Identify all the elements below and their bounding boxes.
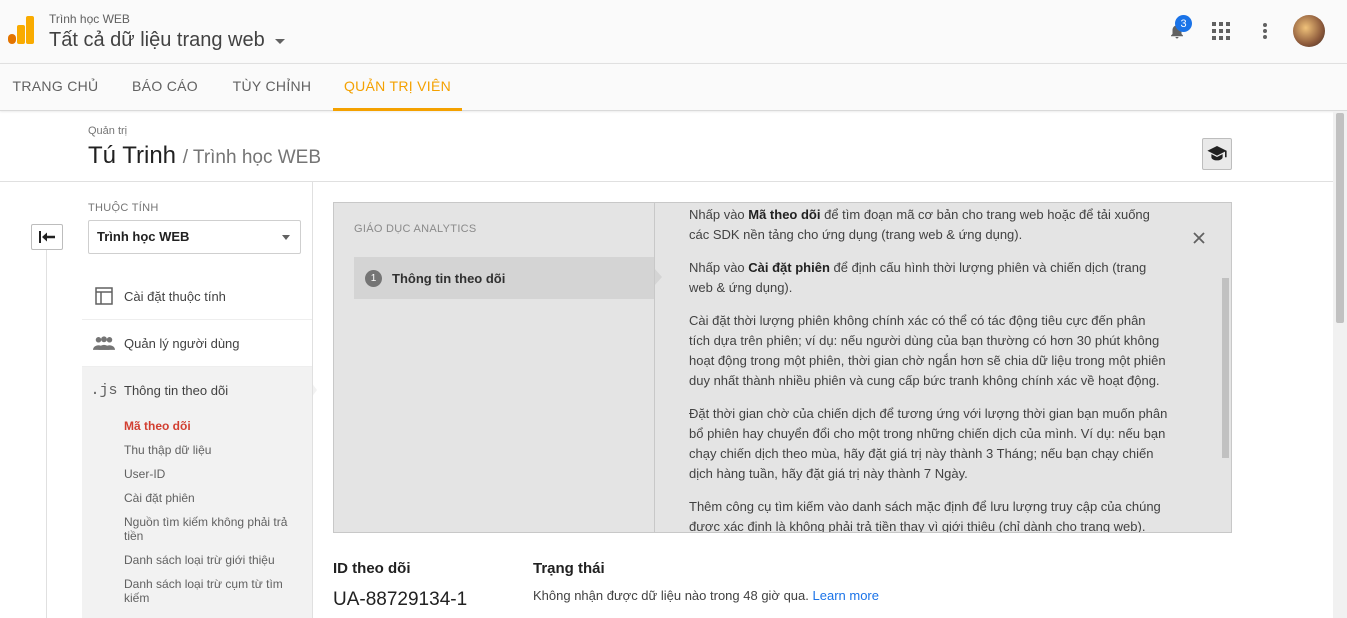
view-selector[interactable]: Tất cả dữ liệu trang web — [49, 29, 285, 52]
menu-item-label: Thông tin theo dõi — [124, 383, 229, 398]
submenu-tracking-code[interactable]: Mã theo dõi — [124, 419, 299, 433]
education-divider — [654, 203, 655, 532]
education-paragraph: Đặt thời gian chờ của chiến dịch để tươn… — [689, 404, 1169, 484]
step-label: Thông tin theo dõi — [392, 270, 506, 286]
apps-button[interactable] — [1199, 14, 1243, 48]
back-button[interactable] — [31, 224, 63, 250]
apps-grid-icon — [1212, 22, 1230, 40]
menu-user-management[interactable]: Quản lý người dùng — [82, 320, 312, 367]
education-scrollbar[interactable] — [1221, 203, 1231, 532]
paragraph-text: Đặt thời gian chờ của chiến dịch để tươn… — [689, 406, 1168, 481]
education-title: GIÁO DỤC ANALYTICS — [354, 223, 477, 235]
notifications-button[interactable]: 3 — [1155, 14, 1199, 48]
caret-down-icon — [282, 235, 290, 240]
more-options-button[interactable] — [1243, 14, 1287, 48]
education-paragraph: Nhấp vào Cài đặt phiên để định cấu hình … — [689, 258, 1169, 298]
tab-customization[interactable]: TÙY CHỈNH — [221, 64, 323, 111]
top-bar: Trình học WEB Tất cả dữ liệu trang web 3 — [0, 0, 1347, 63]
caret-down-icon — [274, 39, 285, 44]
submenu-referral-exclusion[interactable]: Danh sách loại trừ giới thiệu — [124, 553, 299, 567]
submenu-session-settings[interactable]: Cài đặt phiên — [124, 491, 299, 505]
menu-tracking-info[interactable]: .js Thông tin theo dõi — [82, 367, 312, 414]
tab-reports[interactable]: BÁO CÁO — [117, 64, 213, 111]
view-selector-label: Tất cả dữ liệu trang web — [49, 29, 265, 51]
js-icon: .js — [90, 382, 118, 399]
main-nav: TRANG CHỦ BÁO CÁO TÙY CHỈNH QUẢN TRỊ VIÊ… — [0, 63, 1347, 111]
page-title: Tú Trinh / Trình học WEB — [88, 142, 321, 170]
education-paragraph: Nhấp vào Mã theo dõi để tìm đoạn mã cơ b… — [689, 205, 1169, 245]
users-icon — [86, 336, 122, 350]
analytics-logo[interactable] — [8, 16, 34, 44]
page-title-account: Tú Trinh — [88, 142, 177, 169]
breadcrumb[interactable]: Quản trị — [88, 125, 127, 137]
menu-item-label: Quản lý người dùng — [124, 335, 240, 351]
avatar[interactable] — [1293, 15, 1325, 47]
tab-home[interactable]: TRANG CHỦ — [0, 64, 111, 111]
education-toggle-button[interactable] — [1202, 138, 1232, 170]
arrow-back-icon — [39, 231, 55, 243]
property-selector-value: Trình học WEB — [97, 229, 190, 244]
submenu-search-term-exclusion[interactable]: Danh sách loại trừ cụm từ tìm kiếm — [124, 577, 299, 605]
page-scrollbar[interactable] — [1333, 111, 1347, 618]
paragraph-text: Nhấp vào — [689, 260, 749, 275]
submenu-organic-search-sources[interactable]: Nguồn tìm kiếm không phải trả tiền — [124, 515, 299, 543]
timeline-line — [46, 250, 47, 618]
education-panel: GIÁO DỤC ANALYTICS 1 Thông tin theo dõi … — [333, 202, 1232, 533]
graduation-cap-icon — [1207, 146, 1227, 161]
step-arrow-icon — [654, 268, 662, 286]
more-vert-icon — [1263, 23, 1267, 39]
paragraph-text: Nhấp vào — [689, 207, 749, 222]
education-step[interactable]: 1 Thông tin theo dõi — [354, 257, 654, 299]
account-name: Trình học WEB — [49, 12, 130, 26]
property-settings-icon — [86, 287, 122, 305]
menu-property-settings[interactable]: Cài đặt thuộc tính — [82, 273, 312, 320]
property-selector[interactable]: Trình học WEB — [88, 220, 301, 254]
paragraph-emphasis: Cài đặt phiên — [748, 260, 830, 275]
status-text: Không nhận được dữ liệu nào trong 48 giờ… — [533, 588, 879, 603]
notification-badge: 3 — [1175, 15, 1192, 32]
tracking-id-label: ID theo dõi — [333, 560, 411, 577]
paragraph-text: Cài đặt thời lượng phiên không chính xác… — [689, 313, 1166, 388]
submenu-data-collection[interactable]: Thu thập dữ liệu — [124, 443, 299, 457]
learn-more-link[interactable]: Learn more — [813, 588, 879, 603]
top-actions: 3 — [1155, 14, 1325, 48]
page-title-property: / Trình học WEB — [182, 147, 322, 168]
paragraph-text: Thêm công cụ tìm kiếm vào danh sách mặc … — [689, 499, 1161, 532]
education-paragraph: Cài đặt thời lượng phiên không chính xác… — [689, 311, 1169, 391]
status-message: Không nhận được dữ liệu nào trong 48 giờ… — [533, 588, 809, 603]
status-label: Trạng thái — [533, 560, 605, 577]
close-button[interactable] — [1192, 231, 1206, 245]
education-paragraph: Thêm công cụ tìm kiếm vào danh sách mặc … — [689, 497, 1169, 532]
paragraph-emphasis: Mã theo dõi — [748, 207, 821, 222]
close-icon — [1193, 232, 1205, 244]
column-divider — [312, 182, 313, 618]
menu-item-label: Cài đặt thuộc tính — [124, 288, 226, 304]
property-label: THUỘC TÍNH — [88, 202, 159, 214]
header-divider — [0, 181, 1333, 182]
submenu-user-id[interactable]: User-ID — [124, 467, 299, 481]
tracking-id-value: UA-88729134-1 — [333, 589, 468, 610]
tab-admin[interactable]: QUẢN TRỊ VIÊN — [333, 64, 462, 111]
education-text: Nhấp vào Mã theo dõi để tìm đoạn mã cơ b… — [689, 203, 1169, 532]
step-number: 1 — [365, 269, 382, 287]
